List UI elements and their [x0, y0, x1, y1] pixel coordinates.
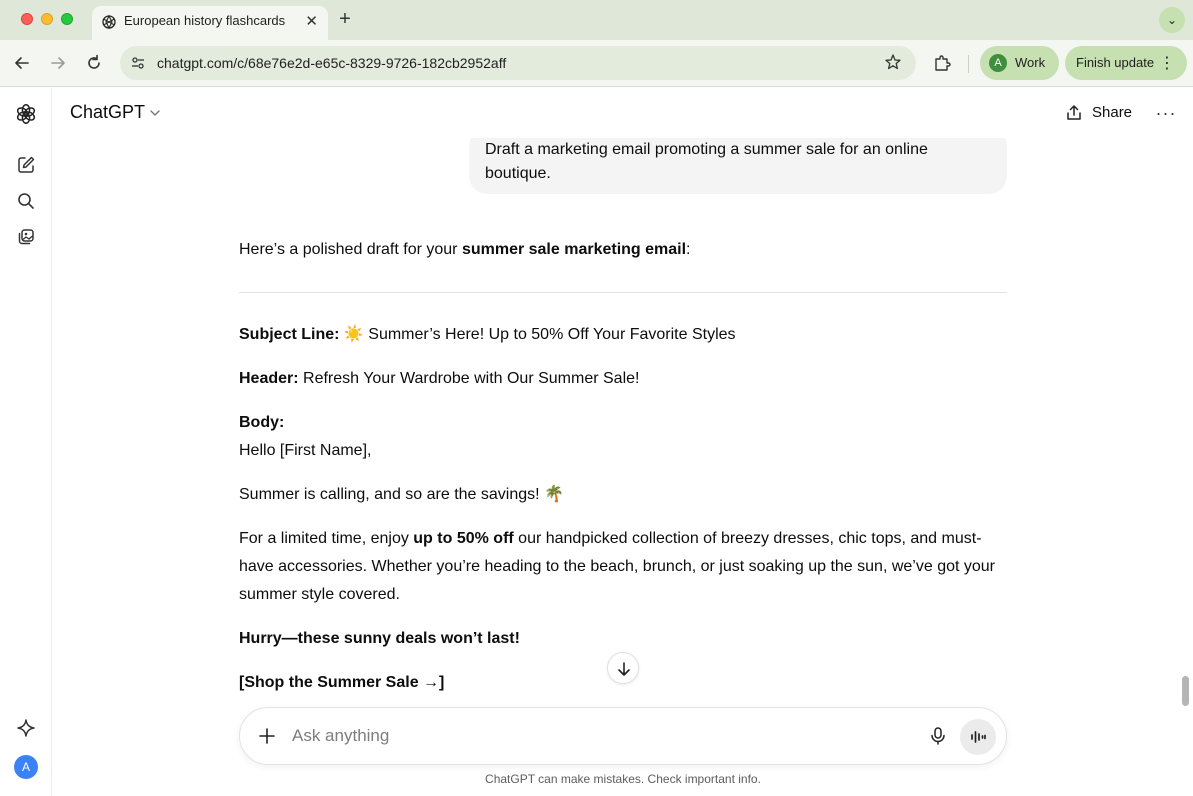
- bookmark-star-icon[interactable]: [884, 53, 902, 71]
- reply-intro-suffix: :: [686, 241, 691, 258]
- arrow-down-icon: [618, 662, 630, 676]
- back-arrow-icon[interactable]: [11, 52, 33, 74]
- hurry-line: Hurry—these sunny deals won’t last!: [239, 630, 520, 647]
- scroll-to-bottom-button[interactable]: [607, 652, 639, 684]
- conversation-area: Draft a marketing email promoting a summ…: [53, 138, 1173, 708]
- user-message-text: Draft a marketing email promoting a summ…: [485, 141, 928, 182]
- offer-paragraph: For a limited time, enjoy up to 50% off …: [239, 525, 1007, 609]
- share-label: Share: [1092, 104, 1133, 121]
- browser-toolbar: chatgpt.com/c/68e76e2d-e65c-8329-9726-18…: [0, 40, 1193, 87]
- address-url[interactable]: chatgpt.com/c/68e76e2d-e65c-8329-9726-18…: [157, 55, 506, 71]
- more-options-icon[interactable]: ···: [1155, 102, 1177, 124]
- share-button[interactable]: Share: [1056, 97, 1142, 129]
- finish-update-button[interactable]: Finish update ⋮: [1065, 46, 1187, 80]
- window-close-button[interactable]: [21, 13, 33, 25]
- body-label-line: Body:: [239, 409, 1007, 437]
- window-minimize-button[interactable]: [41, 13, 53, 25]
- prompt-input[interactable]: [292, 718, 912, 754]
- header-label: Header:: [239, 370, 299, 387]
- microphone-icon[interactable]: [928, 726, 948, 746]
- reply-intro: Here’s a polished draft for your summer …: [239, 236, 1007, 264]
- chatgpt-logo-icon[interactable]: [15, 103, 37, 125]
- greeting-line: Hello [First Name],: [239, 442, 372, 459]
- scrollbar-thumb[interactable]: [1182, 676, 1189, 706]
- sparkle-icon[interactable]: [16, 718, 36, 738]
- user-avatar[interactable]: A: [14, 755, 38, 779]
- header-line: Header: Refresh Your Wardrobe with Our S…: [239, 365, 1007, 393]
- subject-line: Subject Line: ☀️ Summer’s Here! Up to 50…: [239, 321, 1007, 349]
- browser-tab-bar: European history flashcards ✕ + ⌄: [0, 0, 1193, 40]
- body-label: Body:: [239, 414, 285, 431]
- kebab-menu-icon: ⋮: [1159, 55, 1175, 72]
- model-selector-title[interactable]: ChatGPT: [70, 102, 145, 123]
- address-bar[interactable]: chatgpt.com/c/68e76e2d-e65c-8329-9726-18…: [120, 46, 916, 80]
- voice-mode-button[interactable]: [960, 719, 996, 755]
- openai-logo-icon: [102, 14, 116, 30]
- tab-close-icon[interactable]: ✕: [305, 12, 318, 30]
- window-maximize-button[interactable]: [61, 13, 73, 25]
- profile-label: Work: [1015, 55, 1046, 70]
- new-chat-icon[interactable]: [16, 155, 36, 175]
- subject-text: ☀️ Summer’s Here! Up to 50% Off Your Fav…: [339, 326, 736, 343]
- site-settings-icon[interactable]: [130, 55, 146, 71]
- horizontal-divider: [239, 292, 1007, 293]
- waveform-icon: [971, 731, 986, 743]
- offer-prefix: For a limited time, enjoy: [239, 530, 414, 547]
- extensions-puzzle-icon[interactable]: [932, 53, 952, 73]
- forward-arrow-icon[interactable]: [47, 52, 69, 74]
- offer-bold: up to 50% off: [413, 530, 514, 547]
- subject-label: Subject Line:: [239, 326, 340, 343]
- profile-button[interactable]: A Work: [980, 46, 1059, 80]
- reload-icon[interactable]: [83, 52, 105, 74]
- user-message-bubble: Draft a marketing email promoting a summ…: [469, 138, 1007, 194]
- search-icon[interactable]: [16, 191, 36, 211]
- reply-intro-text: Here’s a polished draft for your: [239, 241, 462, 258]
- reply-intro-bold: summer sale marketing email: [461, 241, 687, 258]
- header-text: Refresh Your Wardrobe with Our Summer Sa…: [298, 370, 640, 387]
- composer: [239, 707, 1007, 765]
- toolbar-divider: [968, 55, 969, 73]
- profile-avatar: A: [989, 54, 1007, 72]
- share-upload-icon: [1067, 105, 1081, 120]
- library-images-icon[interactable]: [16, 227, 36, 247]
- app-header: ChatGPT Share ···: [53, 88, 1193, 138]
- finish-update-label: Finish update: [1076, 55, 1155, 70]
- new-tab-button[interactable]: +: [334, 8, 356, 30]
- plus-icon[interactable]: [257, 726, 277, 746]
- sidebar: A: [0, 88, 52, 796]
- summer-calling-line: Summer is calling, and so are the saving…: [239, 486, 564, 503]
- browser-tab-active[interactable]: European history flashcards ✕: [92, 6, 328, 40]
- tab-title: European history flashcards: [124, 13, 286, 28]
- chevron-down-icon[interactable]: [149, 107, 161, 119]
- tab-search-chevron-icon[interactable]: ⌄: [1159, 7, 1185, 33]
- disclaimer-text: ChatGPT can make mistakes. Check importa…: [485, 772, 761, 786]
